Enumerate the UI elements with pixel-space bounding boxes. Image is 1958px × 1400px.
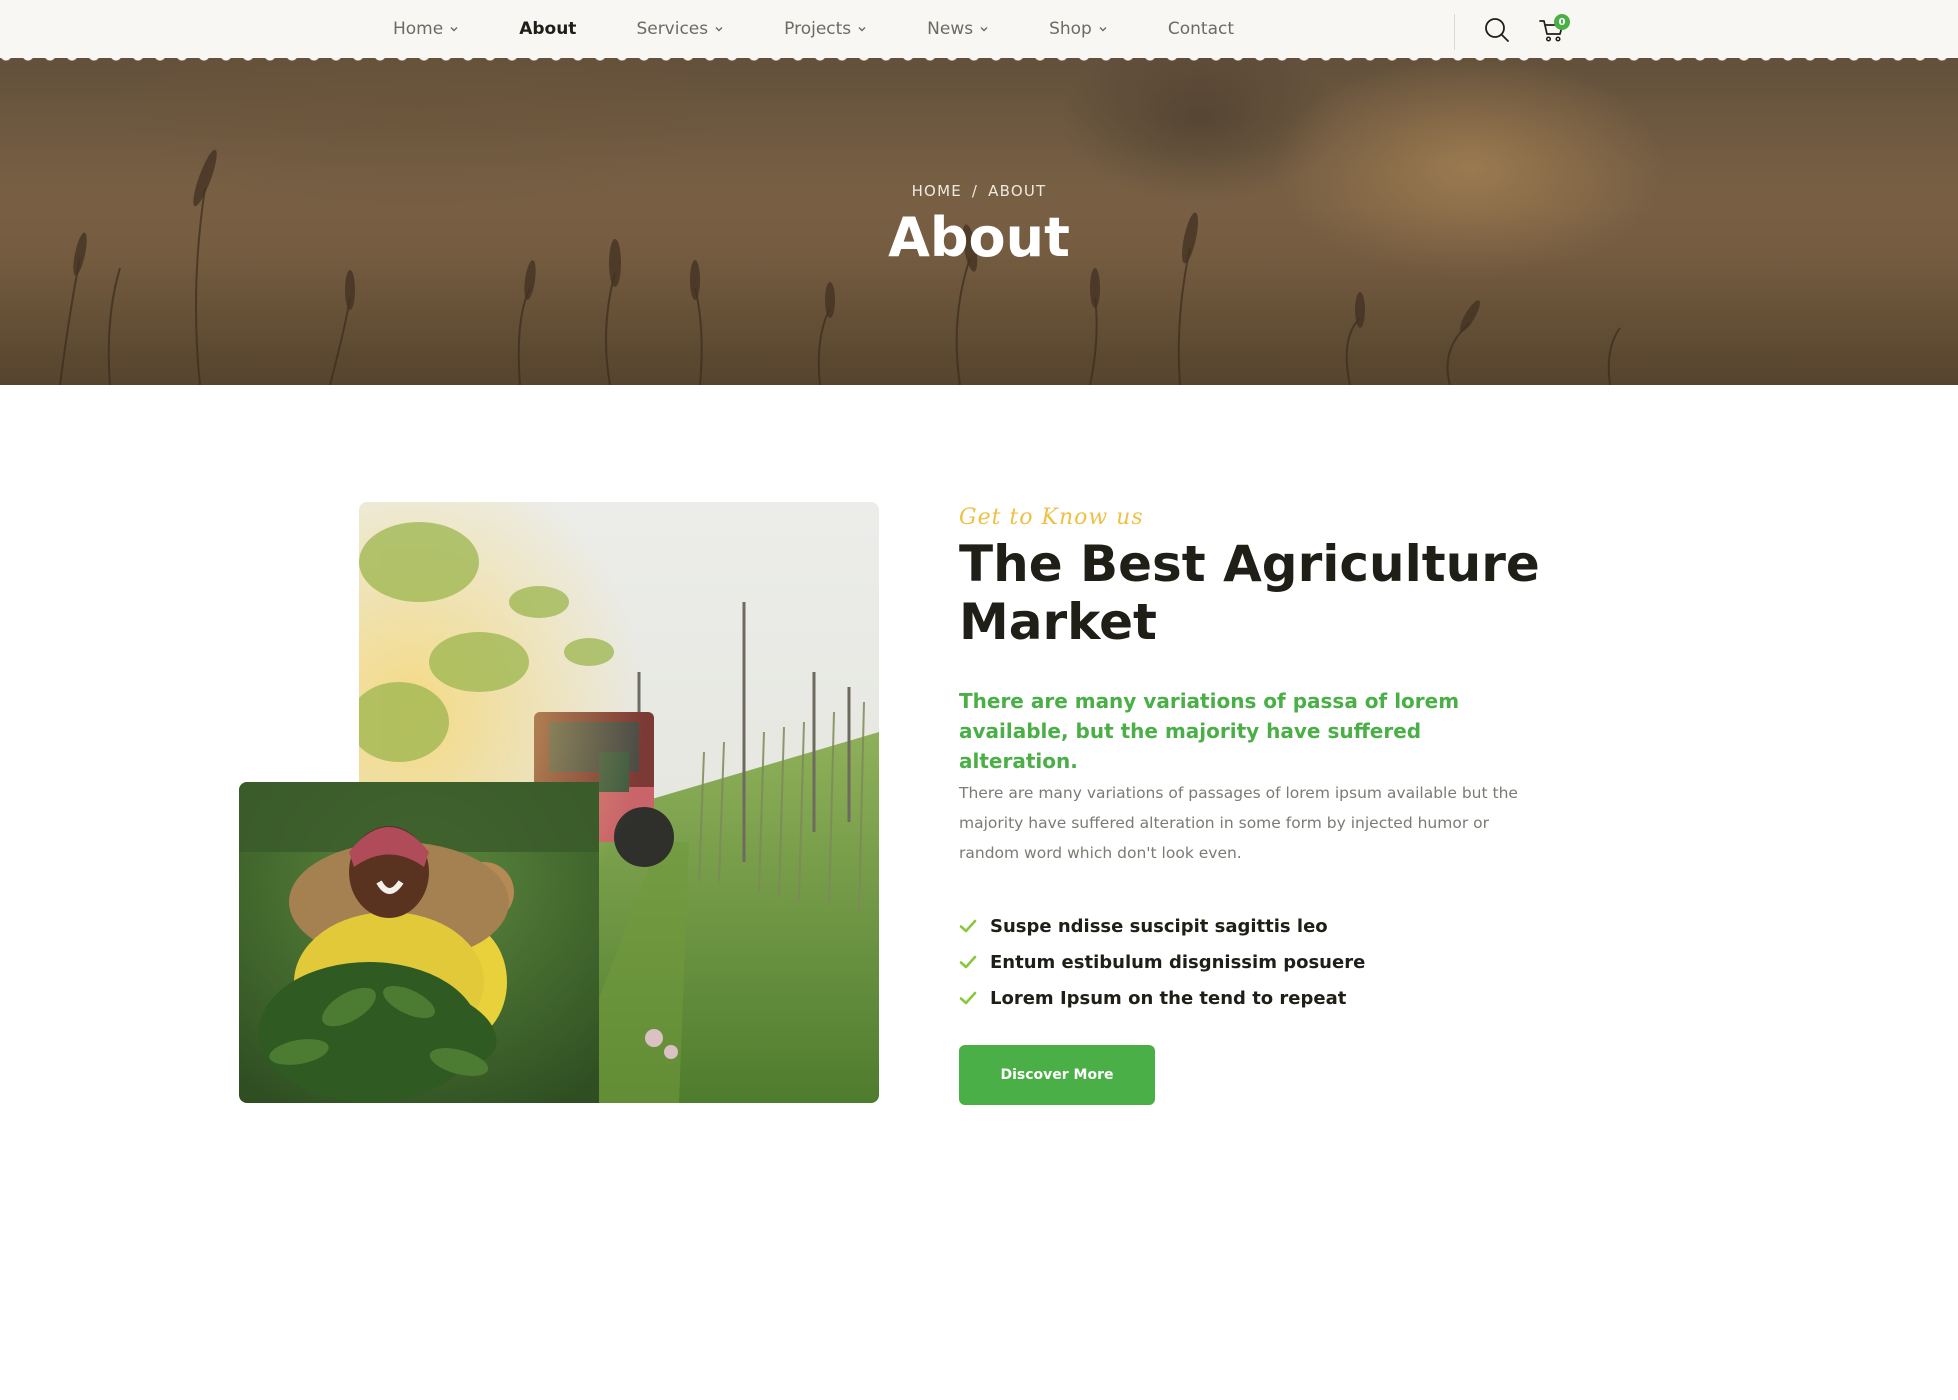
- nav-item-label: Projects: [784, 19, 852, 39]
- nav-item-news[interactable]: News: [927, 0, 989, 58]
- chevron-down-icon: [714, 24, 724, 34]
- checklist-item: Entum estibulum disgnissim posuere: [959, 944, 1365, 980]
- checklist-item: Lorem Ipsum on the tend to repeat: [959, 980, 1365, 1016]
- section-tagline: Get to Know us: [959, 505, 1144, 530]
- checklist-item-label: Entum estibulum disgnissim posuere: [990, 951, 1366, 973]
- nav-item-label: Shop: [1049, 19, 1092, 39]
- cart-count-badge: 0: [1554, 14, 1570, 30]
- nav-item-label: News: [927, 19, 974, 39]
- search-icon: [1485, 18, 1509, 42]
- nav-item-label: Contact: [1167, 19, 1234, 39]
- nav-divider: [1454, 14, 1455, 50]
- checklist-item-label: Lorem Ipsum on the tend to repeat: [990, 987, 1347, 1009]
- top-navigation-bar: Home About Services Projects News Shop C…: [0, 0, 1958, 61]
- nav-item-label: Home: [393, 19, 444, 39]
- page-title: About: [888, 206, 1070, 269]
- breadcrumb-home-link[interactable]: HOME: [912, 182, 962, 200]
- nav-item-home[interactable]: Home: [393, 0, 459, 58]
- discover-more-button[interactable]: Discover More: [959, 1045, 1155, 1105]
- section-lead-text: There are many variations of passa of lo…: [959, 689, 1460, 773]
- feature-checklist: Suspe ndisse suscipit sagittis leo Entum…: [959, 908, 1365, 1016]
- nav-item-shop[interactable]: Shop: [1049, 0, 1108, 58]
- farmer-woman-harvest-image: [239, 782, 599, 1103]
- nav-item-label: About: [519, 19, 577, 39]
- breadcrumb-separator: /: [971, 182, 979, 200]
- checklist-item-label: Suspe ndisse suscipit sagittis leo: [990, 915, 1328, 937]
- nav-item-label: Services: [636, 19, 709, 39]
- chevron-down-icon: [979, 24, 989, 34]
- nav-item-about[interactable]: About: [519, 0, 576, 58]
- checkmark-icon: [959, 989, 977, 1007]
- section-title: The Best Agriculture Market: [959, 535, 1540, 651]
- chevron-down-icon: [857, 24, 867, 34]
- checklist-item: Suspe ndisse suscipit sagittis leo: [959, 908, 1365, 944]
- nav-item-projects[interactable]: Projects: [784, 0, 867, 58]
- search-button[interactable]: [1483, 16, 1511, 44]
- nav-item-services[interactable]: Services: [636, 0, 724, 58]
- section-body-text: There are many variations of passages of…: [959, 784, 1518, 862]
- breadcrumb: HOME / ABOUT: [0, 182, 1958, 200]
- page-hero-banner: HOME / ABOUT About: [0, 58, 1958, 385]
- main-nav: Home About Services Projects News Shop C…: [393, 0, 1294, 58]
- breadcrumb-current: ABOUT: [988, 182, 1047, 200]
- checkmark-icon: [959, 917, 977, 935]
- checkmark-icon: [959, 953, 977, 971]
- chevron-down-icon: [449, 24, 459, 34]
- nav-item-contact[interactable]: Contact: [1168, 0, 1234, 58]
- chevron-down-icon: [1098, 24, 1108, 34]
